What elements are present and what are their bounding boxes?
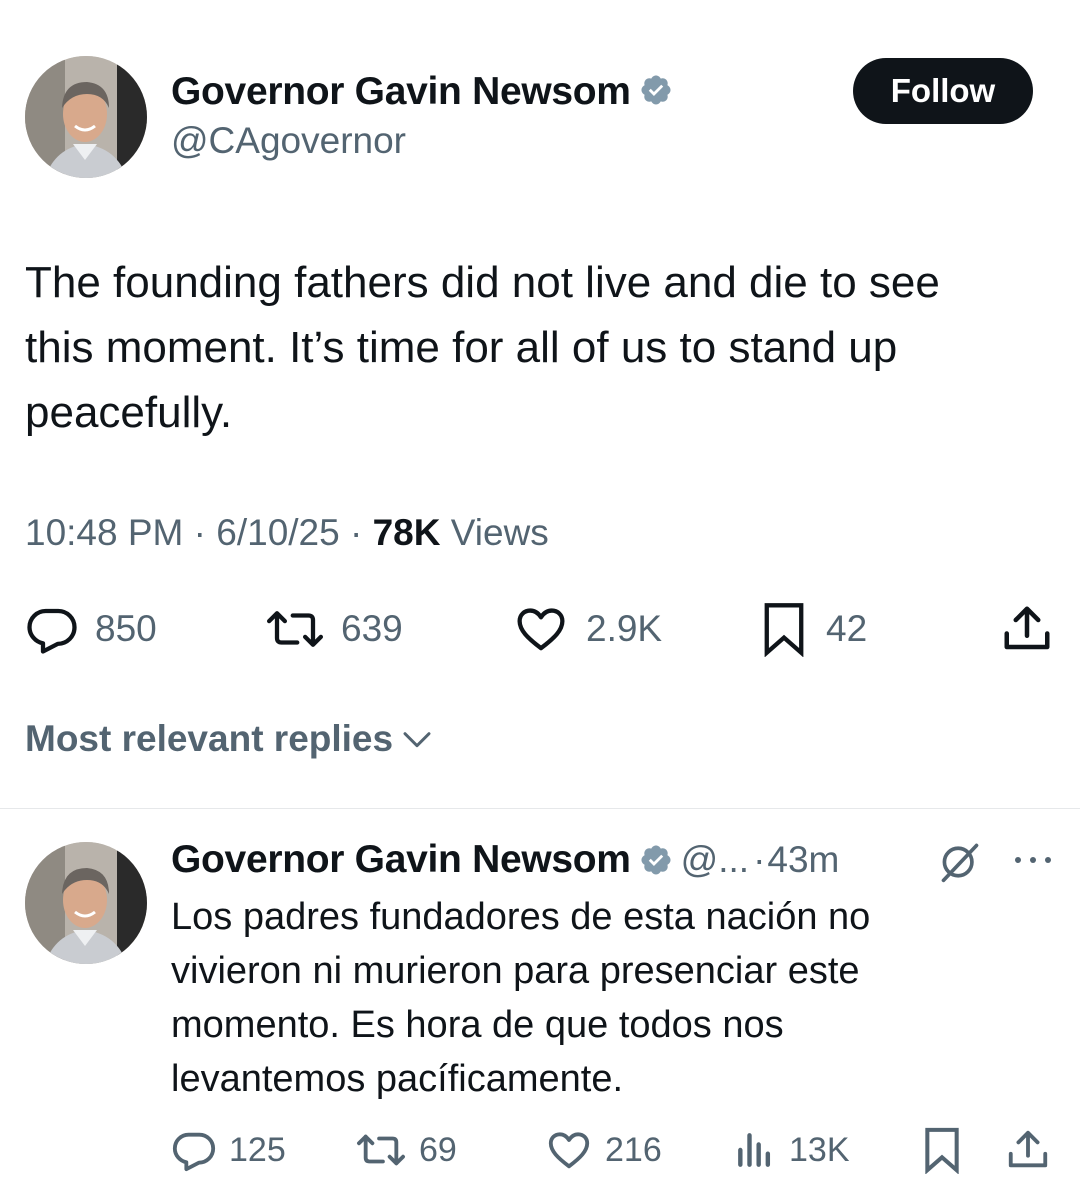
replies-sort-dropdown[interactable]: Most relevant replies: [25, 718, 433, 760]
like-button[interactable]: 2.9K: [512, 603, 662, 655]
sort-label: Most relevant replies: [25, 718, 394, 759]
views-icon: [738, 1133, 771, 1167]
views-label: Views: [450, 512, 549, 553]
reply-age[interactable]: 43m: [767, 839, 839, 881]
reply-reply-button[interactable]: 125: [171, 1126, 286, 1174]
author-avatar[interactable]: [25, 56, 147, 178]
tweet-text-line: peacefully.: [25, 388, 233, 437]
avatar-photo: [25, 56, 147, 178]
reply-share-button[interactable]: [1005, 1126, 1051, 1174]
verified-badge-icon: [641, 75, 671, 105]
meta-separator: ·: [753, 839, 766, 880]
reply-views-count: 13K: [789, 1130, 850, 1169]
tweet-date[interactable]: 6/10/25: [216, 512, 339, 553]
reply-icon: [172, 1132, 216, 1172]
repost-icon: [266, 611, 324, 647]
like-count: 2.9K: [586, 608, 663, 649]
meta-separator: ·: [193, 512, 206, 553]
repost-icon: [357, 1134, 405, 1166]
author-name[interactable]: Governor Gavin Newsom: [171, 70, 673, 114]
reply-like-count: 216: [605, 1130, 662, 1169]
like-icon: [517, 608, 565, 651]
views-count[interactable]: 78K: [373, 512, 441, 553]
reply-handle[interactable]: @...: [681, 839, 749, 881]
reply-author-avatar[interactable]: [25, 842, 147, 964]
bookmark-icon: [925, 1127, 959, 1174]
reply-count: 850: [95, 608, 157, 649]
share-button[interactable]: [1000, 603, 1054, 655]
reply-reply-count: 125: [229, 1130, 286, 1169]
reply-text-line: levantemos pacíficamente.: [171, 1058, 624, 1100]
reply-repost-count: 69: [419, 1130, 457, 1169]
reply-repost-button[interactable]: 69: [355, 1126, 457, 1174]
avatar-photo: [25, 842, 147, 964]
tweet-detail-page: Governor Gavin Newsom @CAgovernor Follow…: [0, 0, 1080, 1181]
tweet-text-line: this moment. It’s time for all of us to …: [25, 323, 898, 372]
reply-header: Governor Gavin Newsom @... · 43m: [171, 838, 839, 882]
author-name-text[interactable]: Governor Gavin Newsom: [171, 70, 631, 113]
tweet-text-line: The founding fathers did not live and di…: [25, 258, 940, 307]
bookmark-icon: [764, 603, 804, 657]
tweet-meta: 10:48 PM · 6/10/25 · 78K Views: [25, 512, 549, 554]
divider: [0, 808, 1080, 809]
more-icon[interactable]: [1012, 848, 1054, 872]
share-icon: [1004, 606, 1050, 650]
tweet-time[interactable]: 10:48 PM: [25, 512, 183, 553]
reply-bookmark-button[interactable]: [920, 1126, 964, 1174]
bookmark-count: 42: [826, 608, 868, 649]
bookmark-button[interactable]: 42: [758, 603, 868, 657]
reply-button[interactable]: 850: [25, 603, 157, 655]
tweet-text: The founding fathers did not live and di…: [25, 250, 1045, 445]
like-icon: [548, 1132, 590, 1169]
repost-count: 639: [341, 608, 403, 649]
verified-badge-icon: [641, 845, 671, 875]
reply-text-line: Los padres fundadores de esta nación no: [171, 896, 871, 938]
reply-like-button[interactable]: 216: [545, 1126, 662, 1174]
reply-text-line: momento. Es hora de que todos nos: [171, 1004, 784, 1046]
reply-text: Los padres fundadores de esta nación no …: [171, 890, 1051, 1106]
repost-button[interactable]: 639: [265, 603, 403, 655]
reply-author-name[interactable]: Governor Gavin Newsom: [171, 838, 631, 882]
reply-views-button[interactable]: 13K: [733, 1126, 850, 1174]
meta-separator: ·: [350, 512, 363, 553]
share-icon: [1008, 1130, 1048, 1168]
reply-text-line: vivieron ni murieron para presenciar est…: [171, 950, 860, 992]
follow-button[interactable]: Follow: [853, 58, 1033, 124]
chevron-down-icon: [403, 732, 431, 748]
author-handle[interactable]: @CAgovernor: [171, 120, 406, 162]
reply-icon: [27, 608, 77, 654]
grok-icon[interactable]: [938, 840, 982, 884]
